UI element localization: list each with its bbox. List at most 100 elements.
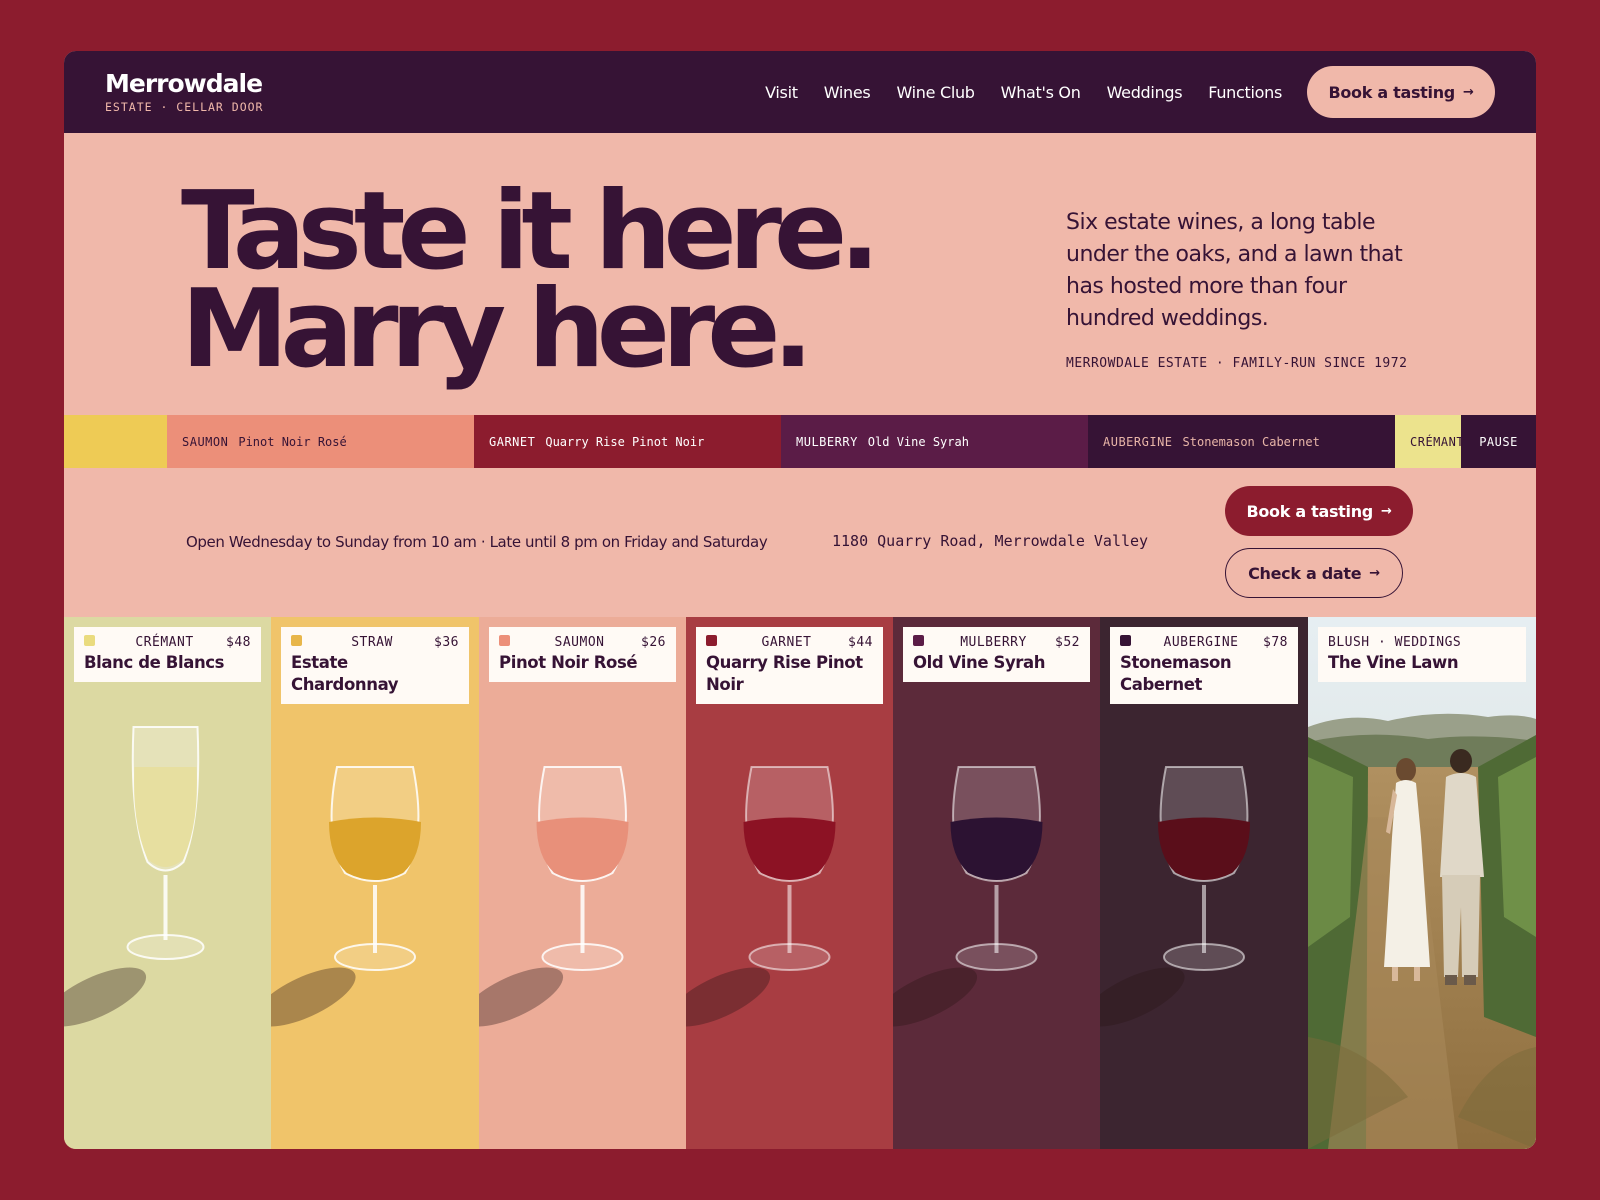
card-price: $78 — [1263, 635, 1288, 650]
glass-stem — [163, 875, 168, 940]
card-name: Pinot Noir Rosé — [499, 653, 638, 672]
wine-glass-photo — [479, 766, 629, 1027]
band-segment[interactable]: MULBERRY Old Vine Syrah — [781, 415, 1088, 468]
color-swatch — [913, 635, 924, 646]
glass-stem — [373, 885, 377, 953]
card-name: Estate Chardonnay — [291, 653, 399, 694]
card-label: GARNET $44 Quarry Rise Pinot Noir — [696, 627, 883, 704]
nav-book-tasting-button[interactable]: Book a tasting → — [1307, 66, 1495, 118]
glass-stem — [994, 885, 999, 953]
nav-link-visit[interactable]: Visit — [765, 83, 798, 102]
band-label: Pinot Noir Rosé — [238, 434, 347, 449]
band-tag: AUBERGINE — [1103, 434, 1173, 449]
card-tag: BLUSH · WEDDINGS — [1328, 635, 1462, 650]
wedding-photo — [1308, 617, 1536, 1149]
address: 1180 Quarry Road, Merrowdale Valley — [832, 532, 1149, 550]
glass-shadow — [64, 967, 147, 1027]
band-label: Old Vine Syrah — [867, 434, 969, 449]
pause-button[interactable]: PAUSE — [1461, 415, 1536, 468]
nav-link-whats-on[interactable]: What's On — [1001, 83, 1081, 102]
glass-stem — [1202, 885, 1206, 953]
logo[interactable]: Merrowdale ESTATE · CELLAR DOOR — [105, 69, 263, 114]
card-price: $48 — [226, 635, 251, 650]
band-tag: SAUMON — [182, 434, 229, 449]
check-date-button[interactable]: Check a date → — [1225, 548, 1403, 598]
hero-title-line2: Marry here. — [181, 267, 814, 392]
hero-title: Taste it here. Marry here. — [181, 178, 880, 392]
card-price: $26 — [641, 635, 666, 650]
glass-foot — [1163, 943, 1245, 971]
card-tag: MULBERRY — [960, 635, 1027, 650]
card-label: SAUMON $26 Pinot Noir Rosé — [489, 627, 676, 682]
color-swatch — [1120, 635, 1131, 646]
wine-color-band: SAUMON Pinot Noir Rosé GARNET Quarry Ris… — [64, 415, 1536, 468]
card-label: MULBERRY $52 Old Vine Syrah — [903, 627, 1090, 682]
glass-foot — [748, 943, 831, 971]
browser-window: Merrowdale ESTATE · CELLAR DOOR Visit Wi… — [64, 51, 1536, 1149]
top-nav: Merrowdale ESTATE · CELLAR DOOR Visit Wi… — [64, 51, 1536, 133]
nav-link-weddings[interactable]: Weddings — [1107, 83, 1183, 102]
card-name: The Vine Lawn — [1328, 653, 1459, 672]
band-segment[interactable]: GARNET Quarry Rise Pinot Noir — [474, 415, 781, 468]
nav-book-tasting-label: Book a tasting — [1328, 82, 1455, 102]
color-swatch — [706, 635, 717, 646]
glass-foot — [955, 943, 1038, 971]
hero-meta: MERROWDALE ESTATE · FAMILY-RUN SINCE 197… — [1066, 356, 1408, 371]
arrow-right-icon: → — [1462, 84, 1474, 100]
card-tag: CRÉMANT — [135, 635, 194, 650]
book-tasting-button[interactable]: Book a tasting → — [1225, 486, 1413, 536]
card-label: CRÉMANT $48 Blanc de Blancs — [74, 627, 261, 682]
band-label: Stonemason Cabernet — [1182, 434, 1320, 449]
wedding-card[interactable]: BLUSH · WEDDINGS The Vine Lawn — [1308, 617, 1536, 1149]
card-name: Old Vine Syrah — [913, 653, 1046, 672]
card-name: Blanc de Blancs — [84, 653, 225, 672]
card-label: STRAW $36 Estate Chardonnay — [281, 627, 469, 704]
band-tag: CRÉMANT — [1410, 434, 1465, 449]
wine-cards: CRÉMANT $48 Blanc de Blancs STRAW $36 Esta… — [64, 617, 1536, 1149]
glass-foot — [334, 943, 416, 971]
logo-name: Merrowdale — [105, 69, 263, 98]
hero-description: Six estate wines, a long table under the… — [1066, 210, 1403, 331]
band-tag: GARNET — [489, 434, 536, 449]
glass-stem — [580, 885, 585, 953]
nav-link-wine-club[interactable]: Wine Club — [896, 83, 975, 102]
wine-card[interactable]: CRÉMANT $48 Blanc de Blancs — [64, 617, 271, 1149]
nav-link-wines[interactable]: Wines — [824, 83, 871, 102]
wine-card[interactable]: SAUMON $26 Pinot Noir Rosé — [479, 617, 686, 1149]
card-label: BLUSH · WEDDINGS The Vine Lawn — [1318, 627, 1526, 682]
band-tag: MULBERRY — [796, 434, 858, 449]
card-tag: STRAW — [351, 635, 393, 650]
color-swatch — [499, 635, 510, 646]
card-tag: AUBERGINE — [1163, 635, 1239, 650]
band-segment[interactable]: SAUMON Pinot Noir Rosé — [167, 415, 474, 468]
book-tasting-label: Book a tasting — [1246, 501, 1373, 521]
arrow-right-icon: → — [1380, 503, 1392, 519]
color-swatch — [291, 635, 302, 646]
check-date-label: Check a date — [1248, 563, 1362, 583]
band-segment[interactable]: AUBERGINE Stonemason Cabernet — [1088, 415, 1395, 468]
nav-links: Visit Wines Wine Club What's On Weddings… — [765, 51, 1282, 133]
wine-glass-photo — [893, 766, 1043, 1027]
card-name: Quarry Rise Pinot Noir — [706, 653, 863, 694]
card-tag: SAUMON — [554, 635, 605, 650]
card-tag: GARNET — [761, 635, 812, 650]
card-price: $44 — [848, 635, 873, 650]
wine-glass-photo — [64, 726, 205, 1027]
card-label: AUBERGINE $78 Stonemason Cabernet — [1110, 627, 1298, 704]
glass-foot — [126, 934, 205, 960]
card-price: $36 — [434, 635, 459, 650]
nav-link-functions[interactable]: Functions — [1208, 83, 1282, 102]
wine-card[interactable]: STRAW $36 Estate Chardonnay — [271, 617, 479, 1149]
band-label: Quarry Rise Pinot Noir — [545, 434, 705, 449]
band-segment — [64, 415, 167, 468]
card-price: $52 — [1055, 635, 1080, 650]
card-name: Stonemason Cabernet — [1120, 653, 1232, 694]
glass-stem — [787, 885, 792, 953]
wine-card[interactable]: MULBERRY $52 Old Vine Syrah — [893, 617, 1100, 1149]
arrow-right-icon: → — [1369, 565, 1380, 581]
glass-foot — [541, 943, 624, 971]
color-swatch — [84, 635, 95, 646]
wine-card[interactable]: AUBERGINE $78 Stonemason Cabernet — [1100, 617, 1308, 1149]
logo-subtitle: ESTATE · CELLAR DOOR — [105, 100, 264, 114]
wine-card[interactable]: GARNET $44 Quarry Rise Pinot Noir — [686, 617, 893, 1149]
